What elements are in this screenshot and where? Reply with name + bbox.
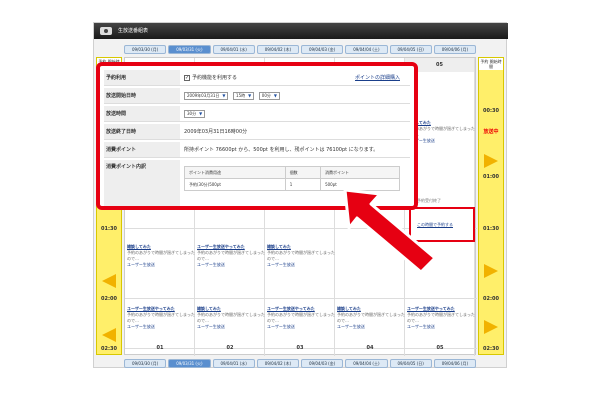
program-subtitle: 予約のあがりで時間が過ぎてしまったので… bbox=[197, 250, 265, 261]
chevron-down-icon: ▼ bbox=[199, 110, 203, 116]
form-row-reserve: 予約利用 ✓ 予約機能を利用する ポイントの詳細購入 bbox=[104, 70, 410, 86]
program-cell[interactable]: 雑談してみた 予約のあがりで時間が過ぎてしまったので… ユーザー生放送 bbox=[337, 306, 405, 330]
program-subtitle: 予約のあがりで時間が過ぎてしまったので… bbox=[337, 312, 405, 323]
program-cell[interactable]: ユーザー生放送やってみた 予約のあがりで時間が過ぎてしまったので… ユーザー生放… bbox=[267, 306, 335, 330]
prev-arrow-icon[interactable] bbox=[102, 274, 116, 288]
date-tab[interactable]: 09/04/03 (金) bbox=[301, 45, 344, 54]
date-tabs-top: 09/03/30 (月) 09/03/31 (火) 09/04/01 (水) 09/0… bbox=[124, 45, 476, 54]
program-community[interactable]: ユーザー生放送 bbox=[197, 324, 265, 330]
field-label: 放送開始日時 bbox=[104, 88, 180, 103]
program-subtitle: 予約のあがりで時間が過ぎてしまったので… bbox=[197, 312, 265, 323]
date-tab[interactable]: 09/03/30 (月) bbox=[124, 359, 167, 368]
program-cell[interactable]: ユーザー生放送やってみた 予約のあがりで時間が過ぎてしまったので… ユーザー生放… bbox=[127, 306, 195, 330]
date-tab[interactable]: 09/04/01 (水) bbox=[212, 359, 255, 368]
reserve-checkbox-label[interactable]: 予約機能を利用する bbox=[192, 75, 237, 81]
date-tab[interactable]: 09/04/06 (月) bbox=[433, 359, 476, 368]
program-community[interactable]: ユーザー生放送 bbox=[267, 324, 335, 330]
program-cell[interactable]: 雑談してみた 予約のあがりで時間が過ぎてしまったので… ユーザー生放送 bbox=[267, 244, 335, 268]
window-title: 生放送番組表 bbox=[118, 28, 149, 34]
column-label: 05 bbox=[436, 345, 444, 351]
time-label: 02:00 bbox=[101, 296, 117, 302]
table-header: 消費ポイント bbox=[320, 166, 400, 179]
prev-arrow-icon[interactable] bbox=[102, 328, 116, 342]
date-tab[interactable]: 09/04/02 (木) bbox=[256, 359, 299, 368]
date-tab[interactable]: 09/04/05 (日) bbox=[389, 45, 432, 54]
date-tab[interactable]: 09/04/04 (土) bbox=[345, 45, 388, 54]
program-community[interactable]: ユーザー生放送 bbox=[267, 262, 335, 268]
start-hour-select[interactable]: 15時 ▼ bbox=[233, 91, 255, 100]
form-row-duration: 放送時間 30分 ▼ bbox=[104, 106, 410, 122]
time-header-right: 予約 開始時間 bbox=[479, 58, 503, 70]
chevron-down-icon: ▼ bbox=[222, 92, 226, 98]
program-subtitle: 予約のあがりで時間が過ぎてしまったので… bbox=[407, 312, 475, 323]
date-tab[interactable]: 09/04/03 (金) bbox=[301, 359, 344, 368]
time-label: 01:00 bbox=[483, 174, 499, 180]
program-cell[interactable]: ユーザー生放送やってみた 予約のあがりで時間が過ぎてしまったので… ユーザー生放… bbox=[197, 244, 265, 268]
date-tab[interactable]: 09/03/30 (月) bbox=[124, 45, 167, 54]
points-link[interactable]: ポイントの詳細購入 bbox=[355, 70, 400, 86]
column-label: 03 bbox=[296, 345, 304, 351]
field-label: 放送時間 bbox=[104, 106, 180, 121]
time-label: 01:30 bbox=[483, 226, 499, 232]
time-column-right: 予約 開始時間 00:30 放送中 01:00 01:30 02:00 02:3… bbox=[478, 57, 504, 355]
time-label: 02:30 bbox=[483, 346, 499, 352]
program-community[interactable]: ユーザー生放送 bbox=[127, 324, 195, 330]
on-air-badge: 放送中 bbox=[483, 129, 499, 135]
form-row-consume: 消費ポイント 所持ポイント 76600pt から、500pt を利用し、残ポイン… bbox=[104, 142, 410, 158]
duration-select[interactable]: 30分 ▼ bbox=[184, 109, 206, 118]
form-row-start: 放送開始日時 2009年03月31日 ▼ 15時 ▼ 00分 ▼ bbox=[104, 88, 410, 104]
title-bar: 生放送番組表 bbox=[94, 23, 508, 39]
field-label: 消費ポイント bbox=[104, 142, 180, 157]
date-tab[interactable]: 09/04/02 (木) bbox=[256, 45, 299, 54]
table-header: 個数 bbox=[284, 166, 322, 179]
form-row-end: 放送終了日時 2009年03月31日16時00分 bbox=[104, 124, 410, 140]
date-tab[interactable]: 09/04/04 (土) bbox=[345, 359, 388, 368]
start-minute-select[interactable]: 00分 ▼ bbox=[258, 91, 280, 100]
end-value: 2009年03月31日16時00分 bbox=[184, 129, 248, 135]
field-label: 消費ポイント内訳 bbox=[104, 160, 180, 206]
chevron-down-icon: ▼ bbox=[273, 92, 277, 98]
date-tab[interactable]: 09/03/31 (火) bbox=[168, 45, 211, 54]
column-label: 01 bbox=[156, 345, 164, 351]
date-tabs-bottom: 09/03/30 (月) 09/03/31 (火) 09/04/01 (水) 09/0… bbox=[124, 359, 476, 368]
red-arrow-annotation-icon bbox=[343, 188, 437, 274]
start-date-select[interactable]: 2009年03月31日 ▼ bbox=[184, 91, 229, 100]
program-cell[interactable]: 雑談してみた 予約のあがりで時間が過ぎてしまったので… ユーザー生放送 bbox=[197, 306, 265, 330]
program-subtitle: 予約のあがりで時間が過ぎてしまったので… bbox=[127, 312, 195, 323]
time-label: 00:30 bbox=[483, 108, 499, 114]
program-community[interactable]: ユーザー生放送 bbox=[407, 324, 475, 330]
next-arrow-icon[interactable] bbox=[484, 264, 498, 278]
date-tab[interactable]: 09/03/31 (火) bbox=[168, 359, 211, 368]
next-arrow-icon[interactable] bbox=[484, 154, 498, 168]
program-community[interactable]: ユーザー生放送 bbox=[127, 262, 195, 268]
checkbox-icon[interactable]: ✓ bbox=[184, 74, 190, 81]
program-community[interactable]: ユーザー生放送 bbox=[337, 324, 405, 330]
time-label: 02:00 bbox=[483, 296, 499, 302]
date-tab[interactable]: 09/04/01 (水) bbox=[212, 45, 255, 54]
program-cell[interactable]: 雑談してみた 予約のあがりで時間が過ぎてしまったので… ユーザー生放送 bbox=[127, 244, 195, 268]
next-arrow-icon[interactable] bbox=[484, 320, 498, 334]
consume-value: 所持ポイント 76600pt から、500pt を利用し、残ポイントは 7610… bbox=[184, 147, 379, 153]
chevron-down-icon: ▼ bbox=[248, 92, 252, 98]
field-label: 放送終了日時 bbox=[104, 124, 180, 139]
program-community[interactable]: ユーザー生放送 bbox=[197, 262, 265, 268]
column-label: 02 bbox=[226, 345, 234, 351]
program-cell[interactable]: ユーザー生放送やってみた 予約のあがりで時間が過ぎてしまったので… ユーザー生放… bbox=[407, 306, 475, 330]
table-header: ポイント消費用途 bbox=[184, 166, 286, 179]
program-subtitle: 予約のあがりで時間が過ぎてしまったので… bbox=[267, 250, 335, 261]
date-tab[interactable]: 09/04/06 (月) bbox=[433, 45, 476, 54]
program-subtitle: 予約のあがりで時間が過ぎてしまったので… bbox=[127, 250, 195, 261]
time-label: 01:30 bbox=[101, 226, 117, 232]
date-tab[interactable]: 09/04/05 (日) bbox=[389, 359, 432, 368]
time-separator bbox=[125, 298, 477, 299]
camera-icon bbox=[100, 27, 112, 35]
field-label: 予約利用 bbox=[104, 70, 180, 85]
program-subtitle: 予約のあがりで時間が過ぎてしまったので… bbox=[267, 312, 335, 323]
time-label: 02:30 bbox=[101, 346, 117, 352]
column-label: 04 bbox=[366, 345, 374, 351]
